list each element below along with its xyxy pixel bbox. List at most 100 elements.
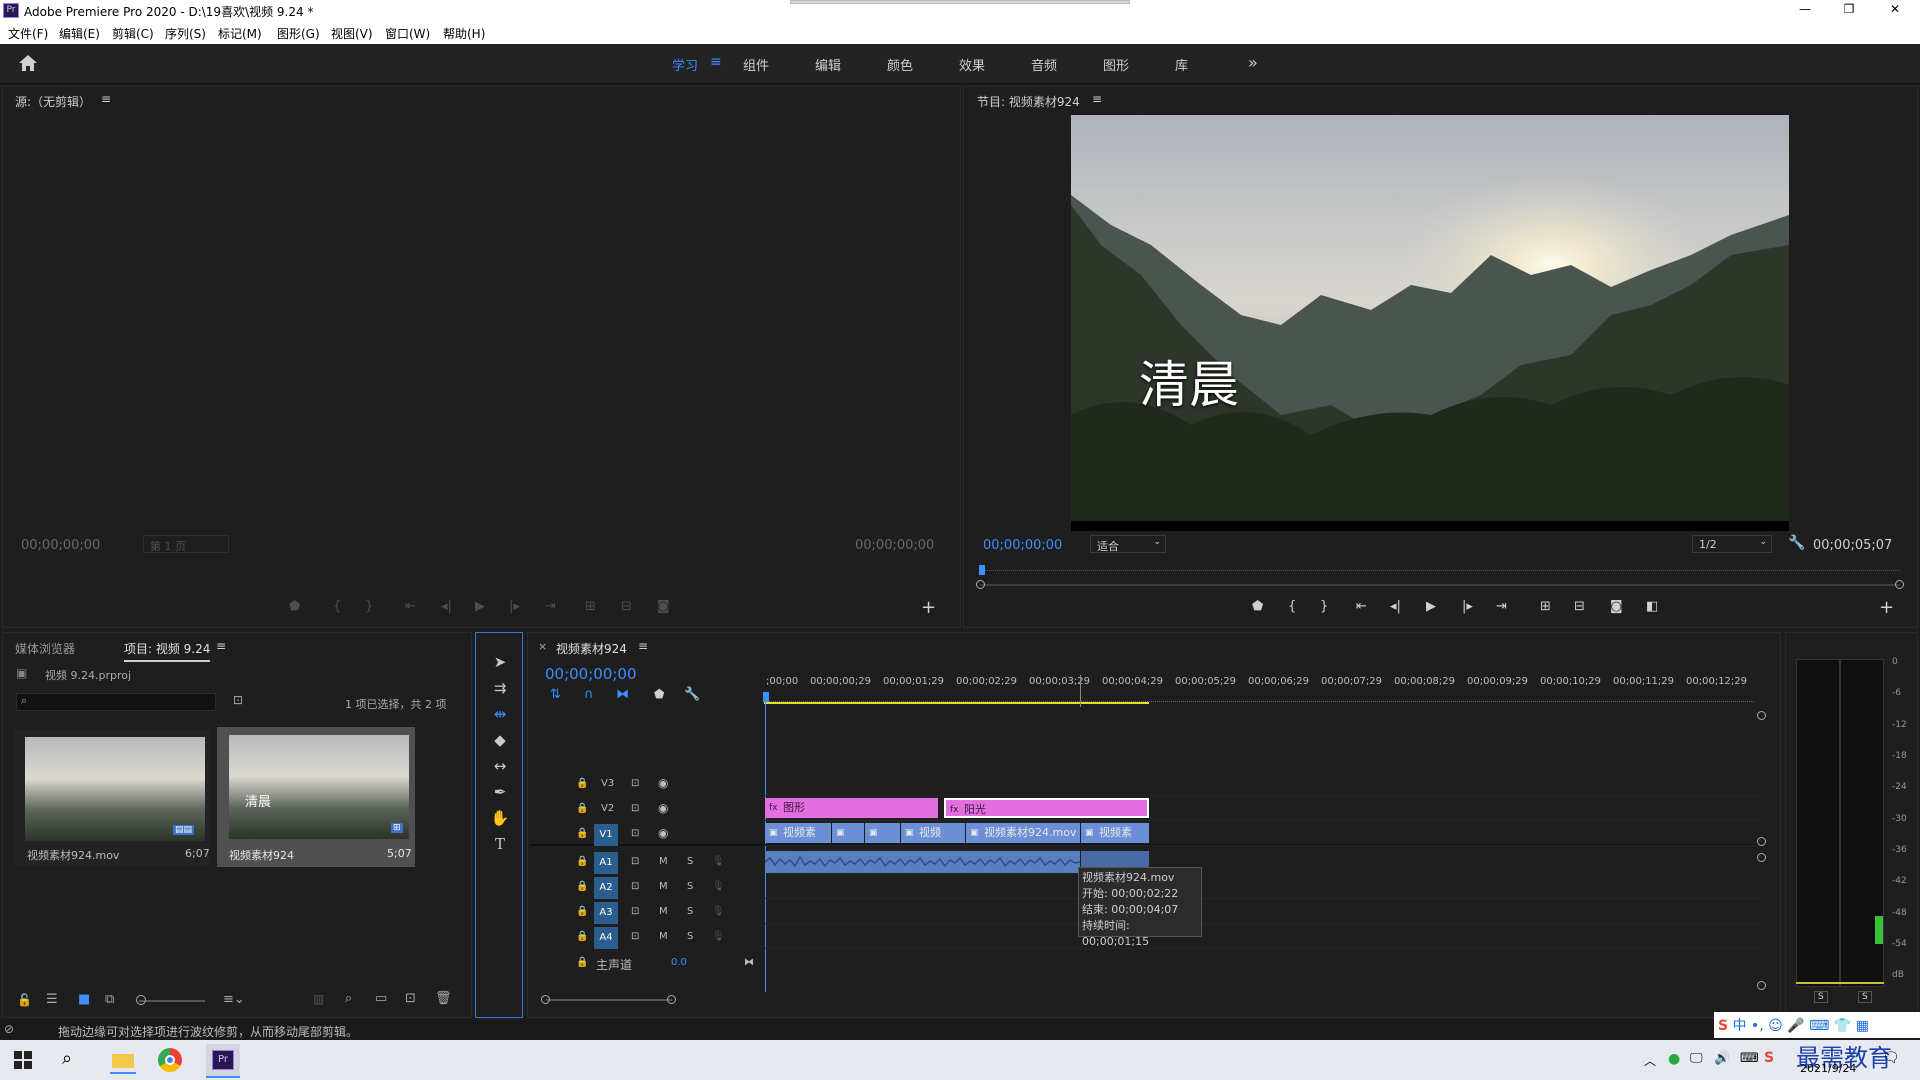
export-frame-icon[interactable]: ◙ (657, 599, 670, 614)
project-item-clip[interactable]: ▤▤ 视频素材924.mov 6;07 (15, 729, 210, 865)
network-icon[interactable]: 🖵 (1690, 1051, 1703, 1066)
program-step-back-icon[interactable]: ◂| (1390, 599, 1401, 614)
mark-out-icon[interactable]: } (365, 599, 373, 614)
workspace-tab-color[interactable]: 颜色 (887, 55, 913, 74)
video-clip[interactable]: ▣ 视频素 (765, 823, 831, 843)
step-forward-icon[interactable]: |▸ (509, 599, 520, 614)
go-to-in-icon[interactable]: ⇤ (405, 599, 416, 614)
meter-solo-right[interactable]: S (1858, 991, 1872, 1003)
track-label-target[interactable]: A2 (594, 877, 618, 899)
track-mute-button[interactable]: M (659, 881, 668, 892)
menu-file[interactable]: 文件(F) (8, 25, 48, 42)
play-icon[interactable]: ▶ (475, 599, 485, 614)
workspace-tab-graphics[interactable]: 图形 (1103, 55, 1129, 74)
timeline-vscroll-handle-mid2[interactable] (1757, 853, 1766, 862)
program-settings-wrench-icon[interactable]: 🔧 (1788, 535, 1805, 551)
selection-tool-icon[interactable]: ➤ (483, 651, 517, 673)
minimize-button[interactable]: — (1790, 2, 1820, 16)
zoom-slider-handle[interactable] (136, 995, 146, 1005)
track-eye-icon[interactable]: ◉ (658, 776, 668, 790)
menu-graphics[interactable]: 图形(G) (277, 25, 320, 42)
fit-select[interactable]: 适合 ⌄ (1090, 535, 1166, 553)
timeline-vscroll-handle-bottom[interactable] (1757, 981, 1766, 990)
ripple-edit-tool-icon[interactable]: ⇹ (483, 703, 517, 725)
snap-icon[interactable]: ∩ (584, 687, 594, 702)
track-sync-icon[interactable]: ⊡ (631, 906, 639, 917)
linked-selection-icon[interactable]: ⧓ (616, 687, 629, 702)
step-back-icon[interactable]: ◂| (441, 599, 452, 614)
source-add-button-icon[interactable]: + (921, 597, 936, 618)
program-current-timecode[interactable]: 00;00;00;00 (983, 538, 1062, 553)
track-solo-button[interactable]: S (687, 906, 693, 917)
ime-emoji-icon[interactable]: ☺ (1768, 1018, 1783, 1034)
insert-icon[interactable]: ⊞ (585, 599, 596, 614)
project-item-sequence[interactable]: 清晨 ⊞ 视频素材924 5;07 (217, 727, 415, 867)
lock-icon[interactable]: 🔓 (17, 993, 32, 1007)
chrome-icon[interactable] (158, 1048, 182, 1072)
timeline-vscroll-handle-mid[interactable] (1757, 837, 1766, 846)
source-panel-menu-icon[interactable]: ≡ (101, 92, 111, 106)
workspace-tab-effects[interactable]: 效果 (959, 55, 985, 74)
workspace-tab-editing[interactable]: 编辑 (815, 55, 841, 74)
ime-skin-icon[interactable]: 👕 (1834, 1018, 1851, 1034)
menu-edit[interactable]: 编辑(E) (59, 25, 100, 42)
workspace-tab-libraries[interactable]: 库 (1175, 55, 1188, 74)
menu-help[interactable]: 帮助(H) (443, 25, 485, 42)
workspace-menu-icon[interactable]: ≡ (710, 54, 722, 70)
timeline-ruler[interactable]: ;00;00 00;00;00;29 00;00;01;29 00;00;02;… (764, 672, 1754, 706)
workspace-tab-audio[interactable]: 音频 (1031, 55, 1057, 74)
type-tool-icon[interactable]: T (483, 833, 517, 855)
program-add-marker-icon[interactable]: ⬟ (1252, 599, 1263, 614)
tray-sogou-icon[interactable]: S (1764, 1050, 1774, 1066)
workspace-more-button[interactable]: » (1248, 53, 1258, 72)
program-zoom-bar[interactable] (980, 584, 1900, 586)
automate-sequence-icon[interactable]: ▥ (313, 992, 324, 1006)
ime-punctuation-icon[interactable]: •, (1751, 1018, 1764, 1034)
ime-keyboard-icon[interactable]: ⌨ (1809, 1018, 1829, 1034)
track-label-target[interactable]: V1 (594, 824, 618, 846)
graphics-clip[interactable]: fx 阳光 (944, 798, 1149, 818)
ime-chinese-mode[interactable]: 中 (1733, 1018, 1747, 1034)
track-solo-button[interactable]: S (687, 931, 693, 942)
program-play-icon[interactable]: ▶ (1426, 599, 1436, 614)
ime-toolbar[interactable]: S 中 •, ☺ 🎤 ⌨ 👕 ▦ (1714, 1012, 1920, 1038)
timeline-tab[interactable]: 视频素材924 (556, 640, 627, 657)
program-export-frame-icon[interactable]: ◙ (1610, 599, 1623, 614)
go-to-out-icon[interactable]: ⇥ (545, 599, 556, 614)
track-eye-icon[interactable]: ◉ (658, 826, 668, 840)
timeline-vscroll-handle-top[interactable] (1757, 711, 1766, 720)
track-lock-icon[interactable]: 🔒 (576, 803, 588, 814)
audio-clip[interactable] (765, 851, 1080, 873)
track-lock-icon[interactable]: 🔒 (576, 931, 588, 942)
track-label-target[interactable]: A1 (594, 852, 618, 874)
maximize-button[interactable]: ❐ (1834, 2, 1864, 16)
program-go-to-in-icon[interactable]: ⇤ (1356, 599, 1367, 614)
clear-icon[interactable]: 🗑 (435, 991, 452, 1006)
extract-icon[interactable]: ⊟ (1574, 599, 1585, 614)
program-playhead[interactable] (979, 565, 985, 575)
notification-icon[interactable]: 🗨 (1882, 1050, 1900, 1066)
track-solo-button[interactable]: S (687, 881, 693, 892)
track-sync-icon[interactable]: ⊡ (631, 881, 639, 892)
nest-toggle-icon[interactable]: ⇅ (550, 687, 561, 702)
premiere-taskbar-icon[interactable]: Pr (206, 1044, 240, 1078)
file-explorer-icon[interactable] (110, 1046, 136, 1074)
track-sync-icon[interactable]: ⊡ (631, 803, 639, 814)
video-clip[interactable]: ▣ 视频 (901, 823, 965, 843)
program-add-button-icon[interactable]: + (1879, 597, 1894, 618)
find-icon[interactable]: ⌕ (345, 991, 352, 1006)
program-time-ruler[interactable] (980, 559, 1900, 571)
program-zoom-handle-left[interactable] (976, 580, 985, 589)
zoom-slider[interactable] (139, 1000, 205, 1002)
ime-menu-icon[interactable]: ▦ (1856, 1018, 1869, 1034)
project-panel-menu-icon[interactable]: ≡ (216, 639, 226, 653)
track-sync-icon[interactable]: ⊡ (631, 778, 639, 789)
tab-project[interactable]: 项目: 视频 9.24 (124, 640, 211, 662)
quality-select[interactable]: 1/2 ⌄ (1692, 535, 1772, 553)
new-item-icon[interactable]: ⊡ (405, 991, 416, 1006)
program-mark-out-icon[interactable]: } (1320, 599, 1328, 614)
freeform-view-icon[interactable]: ⧉ (105, 992, 114, 1007)
track-lock-icon[interactable]: 🔒 (576, 957, 588, 968)
tray-chevron-icon[interactable]: ︿ (1644, 1052, 1656, 1069)
program-step-forward-icon[interactable]: |▸ (1462, 599, 1473, 614)
